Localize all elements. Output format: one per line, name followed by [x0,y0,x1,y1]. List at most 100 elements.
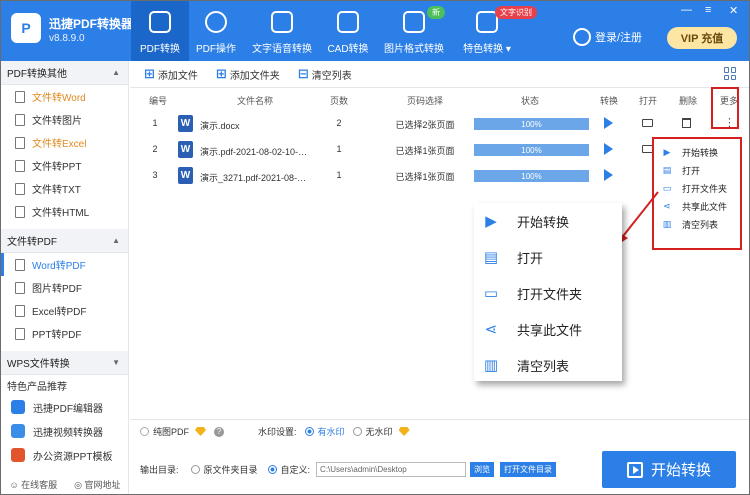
nav-pdf-convert[interactable]: PDF转换 [131,1,189,61]
sidebar-item-label: 文件转HTML [32,208,90,219]
sidebar-item-to-html[interactable]: 文件转HTML [1,200,128,223]
word-file-icon: W [178,167,193,184]
menu-item-label: 清空列表 [682,219,719,230]
sidebar-item-excel-to-pdf[interactable]: Excel转PDF [1,299,128,322]
nav-label: PDF操作 [196,44,236,55]
row-file-name: 演示.docx [200,121,240,131]
zoomed-menu-callout: ▶ 开始转换 ▤ 打开 ▭ 打开文件夹 ⋖ 共享此文件 ▥ 清空列表 [474,203,622,381]
document-icon: ▤ [662,164,672,175]
login-button[interactable]: 登录/注册 [573,28,642,46]
user-icon [573,28,591,46]
pdf-editor-icon [11,400,25,414]
sidebar-item-to-excel[interactable]: 文件转Excel [1,131,128,154]
watermark-on-radio[interactable] [304,427,314,436]
add-folder-button[interactable]: ⊞ 添加文件夹 [216,66,280,82]
zoom-item-label: 开始转换 [517,214,570,230]
row-no: 3 [152,170,158,180]
play-icon[interactable] [604,143,613,155]
product-ppt-templates[interactable]: 办公资源PPT模板 [1,443,128,467]
options-bar: 纯图PDF ? 水印设置: 有水印 无水印 [130,419,749,443]
grid-view-icon[interactable] [724,67,737,80]
browse-button[interactable]: 浏览 [470,462,495,477]
add-folder-label: 添加文件夹 [229,70,280,82]
sidebar-section-pdf-convert[interactable]: PDF转换其他 ▲ [1,61,128,85]
clear-list-label: 清空列表 [311,70,352,82]
watermark-off-radio[interactable] [352,427,362,436]
row-no: 2 [152,144,158,154]
start-convert-button[interactable]: 开始转换 [602,451,736,488]
cad-icon [337,11,359,33]
row-page-select[interactable]: 已选择2张页面 [385,118,465,131]
nav-label: 文字语音转换 [252,44,312,55]
watermark-on-label: 有水印 [317,427,345,437]
menu-item-label: 打开文件夹 [682,183,728,194]
play-icon[interactable] [604,169,613,181]
product-video-converter[interactable]: 迅捷视频转换器 [1,419,128,443]
row-page-select[interactable]: 已选择1张页面 [385,170,465,183]
source-dir-radio[interactable] [190,465,200,474]
folder-icon: ▭ [662,182,672,193]
sidebar-item-image-to-pdf[interactable]: 图片转PDF [1,276,128,299]
nav-label: 图片格式转换 [384,44,444,55]
menu-item-start-convert[interactable]: ▶ 开始转换 [654,143,740,161]
minimize-icon[interactable]: — [681,4,692,16]
sidebar-item-label: PPT转PDF [32,330,82,341]
html-icon [15,205,25,218]
sidebar-item-to-ppt[interactable]: 文件转PPT [1,154,128,177]
ppt-icon [15,159,25,172]
clear-list-button[interactable]: ⊟ 清空列表 [298,66,352,82]
nav-pdf-operation[interactable]: PDF操作 [191,1,241,61]
video-converter-icon [11,424,25,438]
ocr-badge: 文字识别 [495,6,537,19]
vip-recharge-button[interactable]: VIP 充值 [667,27,737,49]
menu-item-share[interactable]: ⋖ 共享此文件 [654,197,740,215]
excel-icon [15,136,25,149]
nav-cad-convert[interactable]: CAD转换 [323,1,373,61]
share-icon: ⋖ [663,200,671,211]
menu-item-clear-list[interactable]: ▥ 清空列表 [654,215,740,233]
pure-pdf-checkbox[interactable] [140,427,149,436]
sidebar-section-to-pdf[interactable]: 文件转PDF ▲ [1,229,128,253]
open-dir-button[interactable]: 打开文件目录 [500,462,557,477]
sidebar-item-to-word[interactable]: 文件转Word [1,85,128,108]
output-path-input[interactable] [316,462,467,477]
custom-dir-radio[interactable] [267,465,277,474]
sidebar-item-label: Excel转PDF [32,307,87,318]
table-row[interactable]: 1 W 演示.docx 2 已选择2张页面 100% ⋮ [130,111,749,137]
menu-item-open[interactable]: ▤ 打开 [654,161,740,179]
sidebar-item-ppt-to-pdf[interactable]: PPT转PDF [1,322,128,345]
play-circle-icon: ▶ [663,146,671,157]
sidebar-item-label: 文件转Word [32,93,86,104]
online-service-link[interactable]: ☺ 在线客服 [9,478,57,491]
folder-icon[interactable] [642,119,653,127]
login-label: 登录/注册 [595,32,643,44]
col-header-pages: 页数 [329,95,348,106]
zoom-item-label: 打开 [517,250,544,266]
vip-gem-icon [195,427,207,436]
section-label: PDF转换其他 [7,69,67,80]
close-icon[interactable]: ✕ [729,4,738,17]
website-link[interactable]: ◎ 官网地址 [74,478,120,491]
image-icon [15,281,25,294]
add-file-button[interactable]: ⊞ 添加文件 [144,66,198,82]
progress-bar: 100% [474,144,589,156]
progress-bar: 100% [474,170,589,182]
play-icon[interactable] [604,117,613,129]
sidebar-item-label: Word转PDF [32,261,86,272]
start-convert-label: 开始转换 [650,462,711,479]
menu-icon[interactable]: ≡ [705,4,711,16]
help-icon[interactable]: ? [214,426,225,437]
product-pdf-editor[interactable]: 迅捷PDF编辑器 [1,395,128,419]
nav-text-voice[interactable]: 文字语音转换 [251,1,313,61]
row-page-select[interactable]: 已选择1张页面 [385,144,465,157]
chevron-down-icon: ▼ [112,358,120,367]
sidebar-item-word-to-pdf[interactable]: Word转PDF [1,253,128,276]
sidebar-item-to-image[interactable]: 文件转图片 [1,108,128,131]
website-label: 官网地址 [84,479,121,490]
sidebar-item-to-txt[interactable]: 文件转TXT [1,177,128,200]
app-logo: P [11,13,41,43]
section-label: 文件转PDF [7,237,57,248]
menu-item-open-folder[interactable]: ▭ 打开文件夹 [654,179,740,197]
trash-icon[interactable] [682,118,691,128]
sidebar-section-wps[interactable]: WPS文件转换 ▼ [1,351,128,375]
